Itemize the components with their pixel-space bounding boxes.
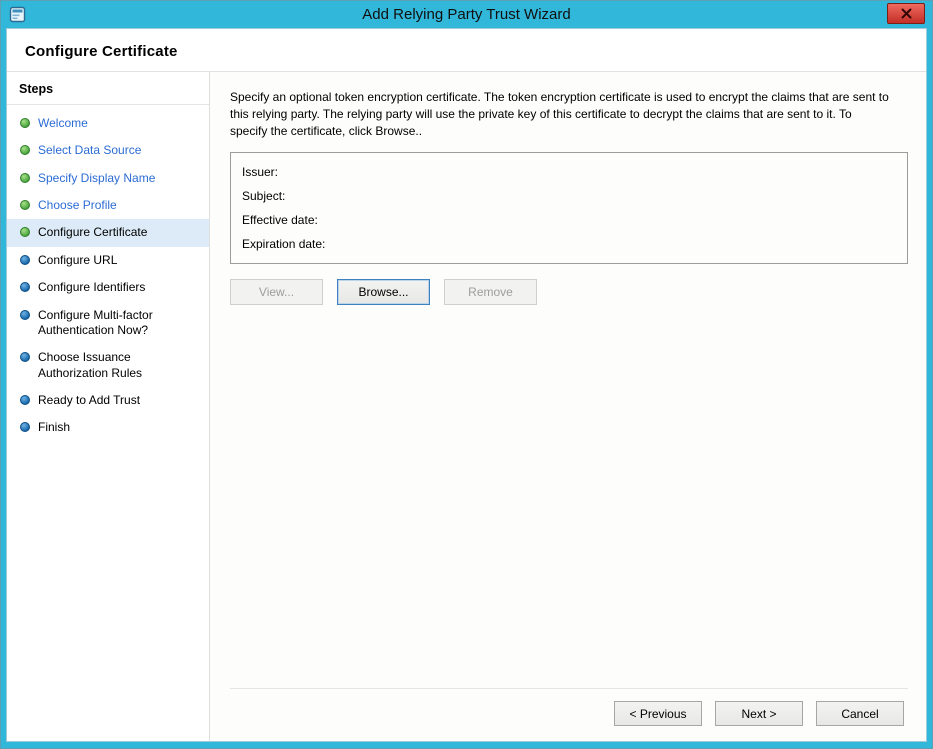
content-panel: Specify an optional token encryption cer…	[210, 72, 926, 741]
step-green-dot-icon	[20, 173, 30, 183]
certificate-field-label: Subject:	[242, 184, 896, 208]
page-title: Configure Certificate	[25, 43, 906, 60]
window-title: Add Relying Party Trust Wizard	[6, 6, 927, 23]
close-icon	[901, 8, 912, 19]
next-button[interactable]: Next >	[715, 701, 803, 726]
step-blue-dot-icon	[20, 282, 30, 292]
page-header: Configure Certificate	[7, 29, 926, 72]
previous-button[interactable]: < Previous	[614, 701, 702, 726]
wizard-footer: < Previous Next > Cancel	[230, 688, 908, 741]
step-green-dot-icon	[20, 145, 30, 155]
cancel-button[interactable]: Cancel	[816, 701, 904, 726]
step-blue-dot-icon	[20, 395, 30, 405]
sidebar-item-label: Choose Profile	[38, 198, 117, 213]
sidebar-item-welcome[interactable]: Welcome	[7, 110, 209, 137]
app-icon	[9, 6, 26, 23]
view-button: View...	[230, 279, 323, 305]
sidebar-item-label: Specify Display Name	[38, 171, 155, 186]
sidebar-item-choose-profile[interactable]: Choose Profile	[7, 192, 209, 219]
sidebar-item-specify-display-name[interactable]: Specify Display Name	[7, 165, 209, 192]
sidebar-item-choose-issuance-authorization-rules: Choose Issuance Authorization Rules	[7, 344, 209, 387]
step-blue-dot-icon	[20, 422, 30, 432]
sidebar-item-label: Finish	[38, 420, 70, 435]
sidebar-item-configure-certificate: Configure Certificate	[7, 219, 209, 246]
main-area: Steps Welcome Select Data Source Specify D…	[7, 72, 926, 741]
step-blue-dot-icon	[20, 310, 30, 320]
steps-sidebar: Steps Welcome Select Data Source Specify D…	[7, 72, 210, 741]
sidebar-item-label: Configure URL	[38, 253, 117, 268]
sidebar-item-label: Ready to Add Trust	[38, 393, 140, 408]
close-button[interactable]	[887, 3, 925, 24]
sidebar-item-label: Choose Issuance Authorization Rules	[38, 350, 180, 381]
titlebar: Add Relying Party Trust Wizard	[6, 1, 927, 28]
wizard-body: Configure Certificate Steps Welcome Selec…	[6, 28, 927, 742]
certificate-field-label: Expiration date:	[242, 232, 896, 256]
certificate-field-label: Effective date:	[242, 208, 896, 232]
sidebar-item-configure-url: Configure URL	[7, 247, 209, 274]
sidebar-item-label: Configure Identifiers	[38, 280, 145, 295]
remove-button: Remove	[444, 279, 537, 305]
steps-heading: Steps	[7, 72, 209, 105]
sidebar-item-label: Configure Multi-factor Authentication No…	[38, 308, 180, 339]
sidebar-item-finish: Finish	[7, 414, 209, 441]
steps-list: Welcome Select Data Source Specify Display…	[7, 105, 209, 442]
certificate-actions: View... Browse... Remove	[230, 279, 908, 305]
step-green-dot-icon	[20, 200, 30, 210]
sidebar-item-select-data-source[interactable]: Select Data Source	[7, 137, 209, 164]
sidebar-item-label: Welcome	[38, 116, 88, 131]
description-text: Specify an optional token encryption cer…	[230, 89, 892, 140]
step-green-dot-icon	[20, 118, 30, 128]
sidebar-item-ready-to-add-trust: Ready to Add Trust	[7, 387, 209, 414]
step-blue-dot-icon	[20, 352, 30, 362]
wizard-window: Add Relying Party Trust Wizard Configure…	[0, 0, 933, 749]
certificate-box: Issuer:Subject:Effective date:Expiration…	[230, 152, 908, 264]
certificate-field-label: Issuer:	[242, 160, 896, 184]
step-green-dot-icon	[20, 227, 30, 237]
sidebar-item-configure-identifiers: Configure Identifiers	[7, 274, 209, 301]
step-blue-dot-icon	[20, 255, 30, 265]
browse-button[interactable]: Browse...	[337, 279, 430, 305]
sidebar-item-label: Configure Certificate	[38, 225, 147, 240]
sidebar-item-configure-multi-factor-authentication-now: Configure Multi-factor Authentication No…	[7, 302, 209, 345]
sidebar-item-label: Select Data Source	[38, 143, 141, 158]
